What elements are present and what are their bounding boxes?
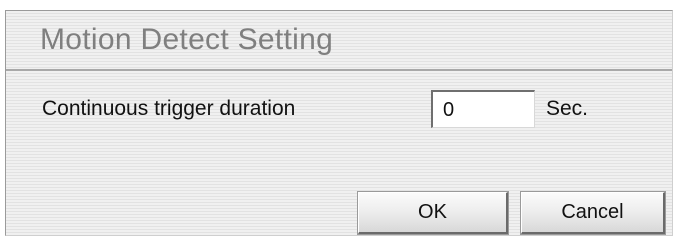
- dialog-title: Motion Detect Setting: [40, 23, 334, 56]
- duration-label: Continuous trigger duration: [42, 97, 296, 120]
- duration-input[interactable]: [431, 90, 535, 128]
- duration-unit-label: Sec.: [546, 97, 589, 120]
- cancel-button[interactable]: Cancel: [521, 192, 665, 234]
- dialog-title-bar: Motion Detect Setting: [6, 11, 672, 71]
- ok-button[interactable]: OK: [358, 192, 508, 234]
- motion-detect-dialog: Motion Detect Setting Continuous trigger…: [5, 10, 673, 236]
